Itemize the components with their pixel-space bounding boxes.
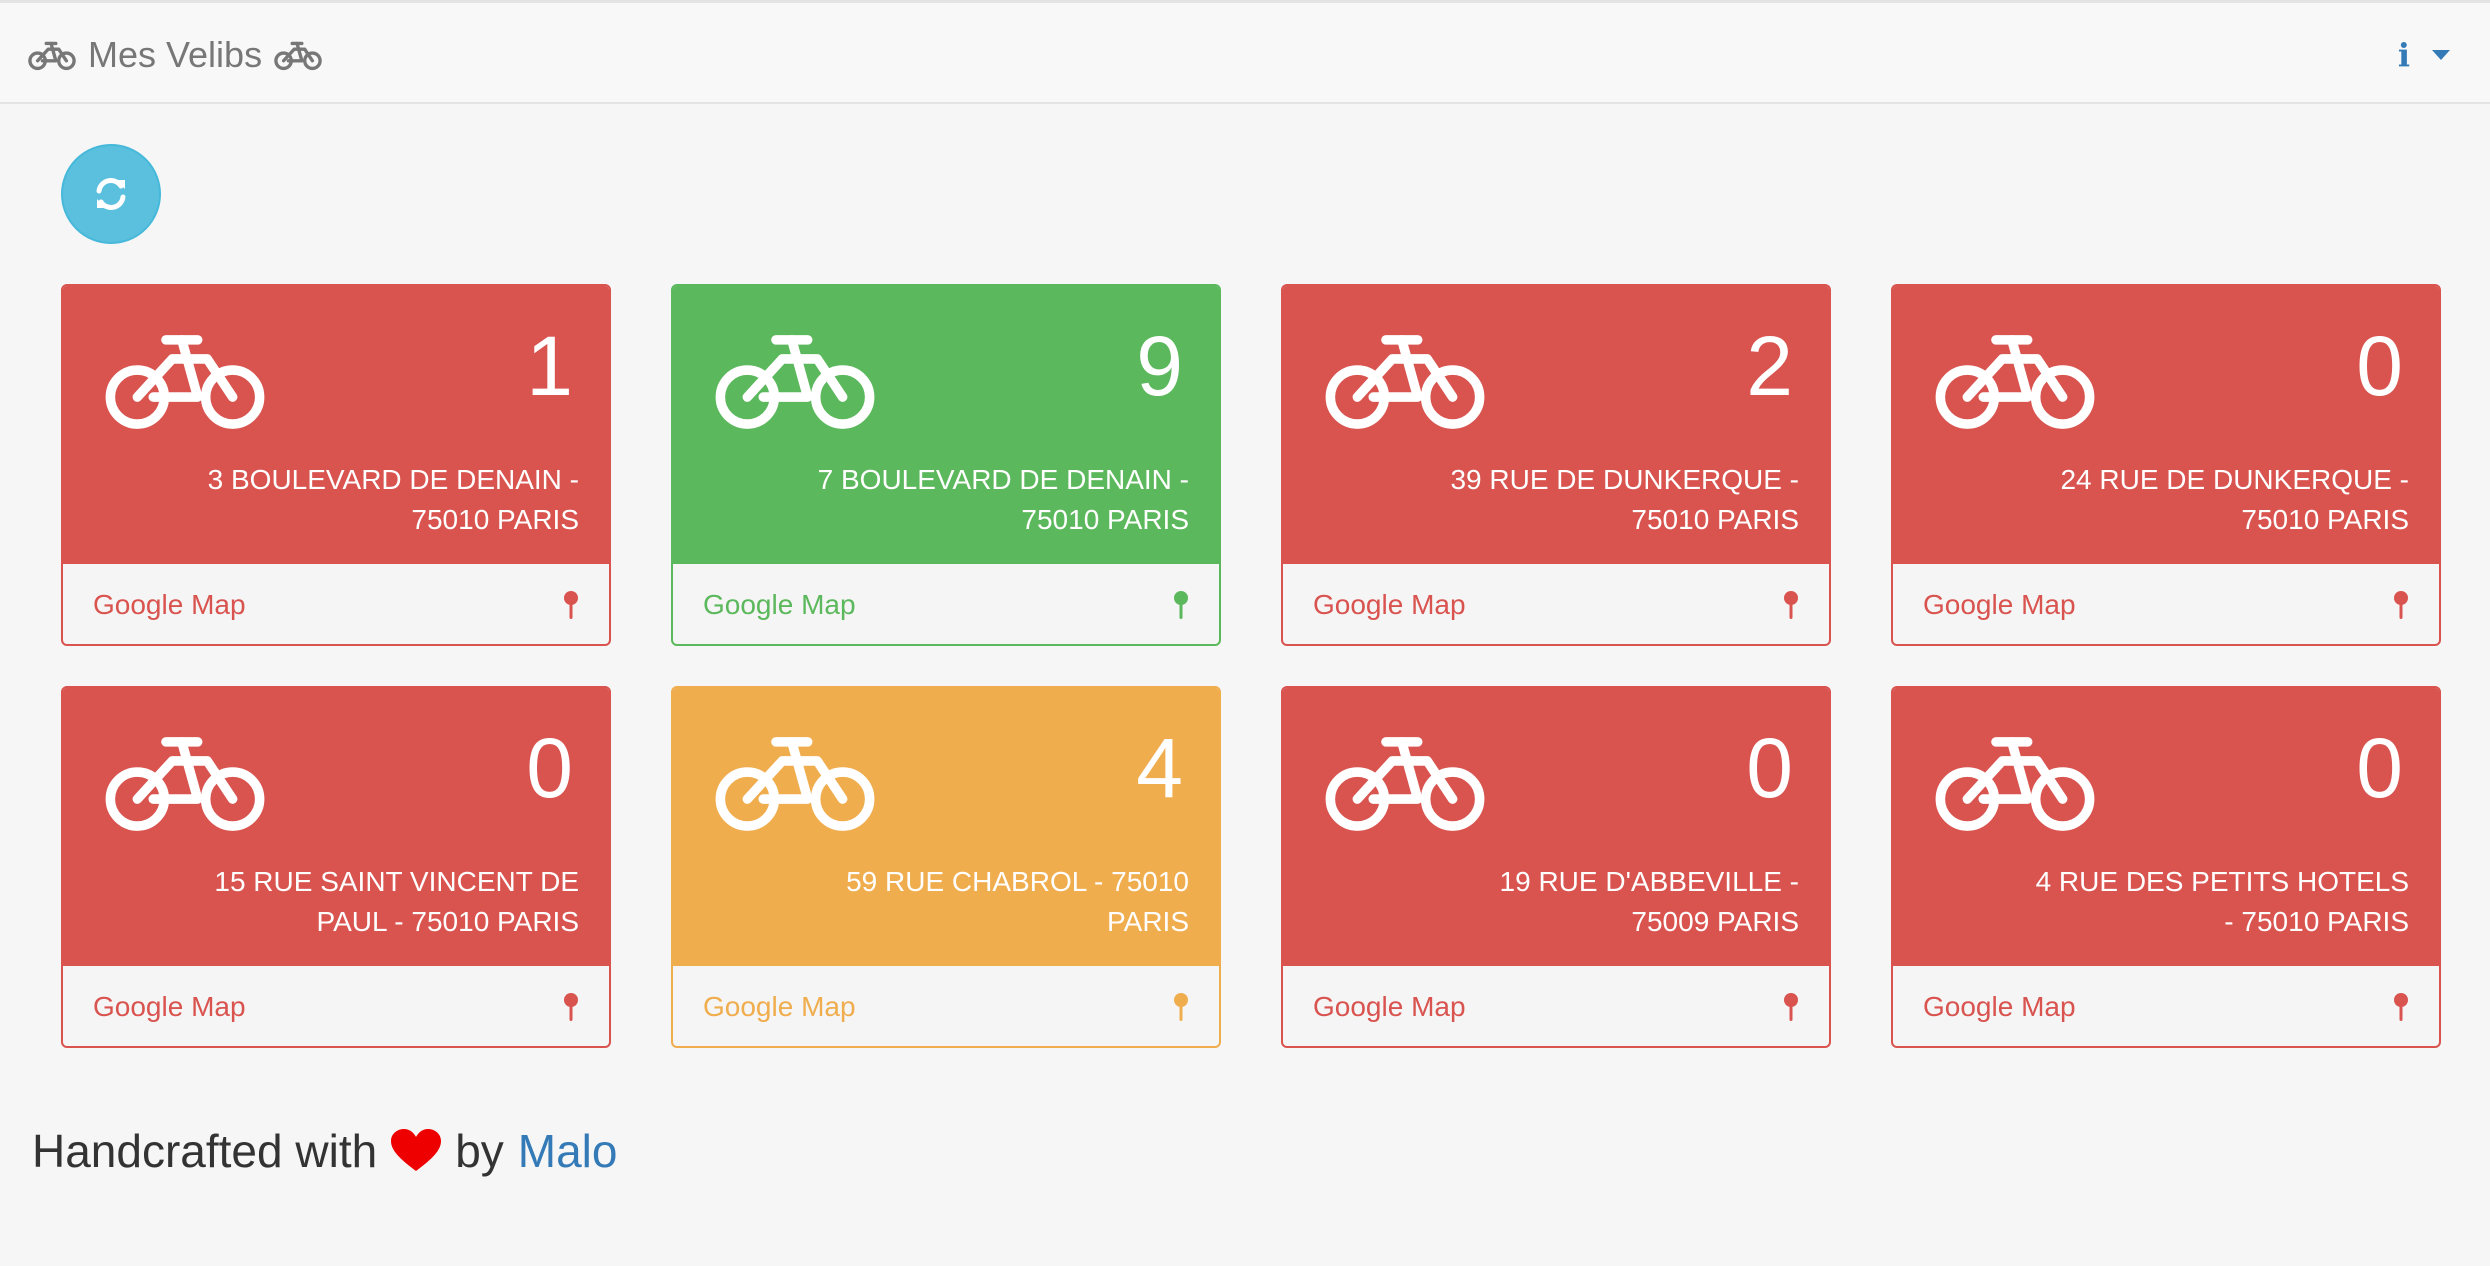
- bicycle-icon: [1325, 737, 1485, 831]
- station-address: 59 RUE CHABROL - 75010 PARIS: [846, 866, 1189, 937]
- available-bikes-count: 1: [526, 319, 573, 413]
- bicycle-icon: [715, 335, 875, 429]
- station-card: 4 59 RUE CHABROL - 75010 PARIS Google Map: [671, 686, 1221, 1048]
- station-address: 19 RUE D'ABBEVILLE - 75009 PARIS: [1499, 866, 1799, 937]
- station-card-header: 0 15 RUE SAINT VINCENT DE PAUL - 75010 PA…: [63, 688, 609, 966]
- refresh-button[interactable]: [61, 144, 161, 244]
- info-dropdown[interactable]: i: [2398, 33, 2450, 77]
- bicycle-icon: [274, 41, 322, 71]
- station-address: 24 RUE DE DUNKERQUE - 75010 PARIS: [2060, 464, 2409, 535]
- bicycle-icon: [1935, 737, 2095, 831]
- footer: Handcrafted with by Malo: [32, 1124, 618, 1178]
- station-card: 0 4 RUE DES PETITS HOTELS - 75010 PARIS Go…: [1891, 686, 2441, 1048]
- station-address: 4 RUE DES PETITS HOTELS - 75010 PARIS: [2035, 866, 2409, 937]
- station-card: 9 7 BOULEVARD DE DENAIN - 75010 PARIS Goog…: [671, 284, 1221, 646]
- map-pin-icon: [2394, 993, 2408, 1021]
- map-pin-icon: [1174, 993, 1188, 1021]
- google-map-label: Google Map: [703, 991, 856, 1022]
- available-bikes-count: 2: [1746, 319, 1793, 413]
- google-map-link[interactable]: Google Map: [1893, 966, 2439, 1046]
- station-card-header: 0 19 RUE D'ABBEVILLE - 75009 PARIS: [1283, 688, 1829, 966]
- station-card-header: 9 7 BOULEVARD DE DENAIN - 75010 PARIS: [673, 286, 1219, 564]
- author-link[interactable]: Malo: [518, 1124, 618, 1178]
- station-card-header: 0 24 RUE DE DUNKERQUE - 75010 PARIS: [1893, 286, 2439, 564]
- google-map-label: Google Map: [1313, 991, 1466, 1022]
- google-map-label: Google Map: [1313, 589, 1466, 620]
- station-address: 3 BOULEVARD DE DENAIN - 75010 PARIS: [207, 464, 579, 535]
- map-pin-icon: [564, 993, 578, 1021]
- map-pin-icon: [1784, 591, 1798, 619]
- bicycle-icon: [1935, 335, 2095, 429]
- footer-prefix: Handcrafted with: [32, 1125, 378, 1177]
- google-map-link[interactable]: Google Map: [1283, 564, 1829, 644]
- map-pin-icon: [564, 591, 578, 619]
- station-grid: 1 3 BOULEVARD DE DENAIN - 75010 PARIS Goog…: [61, 284, 2441, 1048]
- google-map-label: Google Map: [703, 589, 856, 620]
- refresh-icon: [96, 178, 126, 210]
- available-bikes-count: 4: [1136, 721, 1183, 815]
- caret-down-icon: [2432, 50, 2450, 60]
- station-card: 1 3 BOULEVARD DE DENAIN - 75010 PARIS Goog…: [61, 284, 611, 646]
- map-pin-icon: [2394, 591, 2408, 619]
- google-map-label: Google Map: [1923, 991, 2076, 1022]
- heart-icon: [391, 1129, 442, 1171]
- station-address: 39 RUE DE DUNKERQUE - 75010 PARIS: [1450, 464, 1799, 535]
- google-map-link[interactable]: Google Map: [1893, 564, 2439, 644]
- station-card-header: 0 4 RUE DES PETITS HOTELS - 75010 PARIS: [1893, 688, 2439, 966]
- google-map-label: Google Map: [93, 991, 246, 1022]
- google-map-link[interactable]: Google Map: [63, 966, 609, 1046]
- station-card: 0 15 RUE SAINT VINCENT DE PAUL - 75010 PA…: [61, 686, 611, 1048]
- google-map-link[interactable]: Google Map: [1283, 966, 1829, 1046]
- station-card-header: 1 3 BOULEVARD DE DENAIN - 75010 PARIS: [63, 286, 609, 564]
- google-map-label: Google Map: [93, 589, 246, 620]
- station-card: 2 39 RUE DE DUNKERQUE - 75010 PARIS Google…: [1281, 284, 1831, 646]
- app-title: Mes Velibs: [88, 34, 263, 75]
- info-icon: i: [2397, 36, 2410, 74]
- bicycle-icon: [1325, 335, 1485, 429]
- google-map-link[interactable]: Google Map: [673, 564, 1219, 644]
- available-bikes-count: 0: [1746, 721, 1793, 815]
- station-card-header: 2 39 RUE DE DUNKERQUE - 75010 PARIS: [1283, 286, 1829, 564]
- bicycle-icon: [715, 737, 875, 831]
- available-bikes-count: 0: [2356, 721, 2403, 815]
- navbar: Mes Velibs i: [0, 0, 2490, 104]
- map-pin-icon: [1174, 591, 1188, 619]
- station-address: 7 BOULEVARD DE DENAIN - 75010 PARIS: [817, 464, 1189, 535]
- bicycle-icon: [105, 335, 265, 429]
- available-bikes-count: 0: [2356, 319, 2403, 413]
- available-bikes-count: 9: [1136, 319, 1183, 413]
- bicycle-icon: [28, 41, 76, 71]
- station-card: 0 19 RUE D'ABBEVILLE - 75009 PARIS Google …: [1281, 686, 1831, 1048]
- footer-middle: by: [455, 1125, 504, 1177]
- brand-link[interactable]: Mes Velibs: [28, 31, 322, 79]
- google-map-label: Google Map: [1923, 589, 2076, 620]
- station-address: 15 RUE SAINT VINCENT DE PAUL - 75010 PAR…: [214, 866, 579, 937]
- available-bikes-count: 0: [526, 721, 573, 815]
- google-map-link[interactable]: Google Map: [63, 564, 609, 644]
- google-map-link[interactable]: Google Map: [673, 966, 1219, 1046]
- bicycle-icon: [105, 737, 265, 831]
- station-card-header: 4 59 RUE CHABROL - 75010 PARIS: [673, 688, 1219, 966]
- map-pin-icon: [1784, 993, 1798, 1021]
- station-card: 0 24 RUE DE DUNKERQUE - 75010 PARIS Google…: [1891, 284, 2441, 646]
